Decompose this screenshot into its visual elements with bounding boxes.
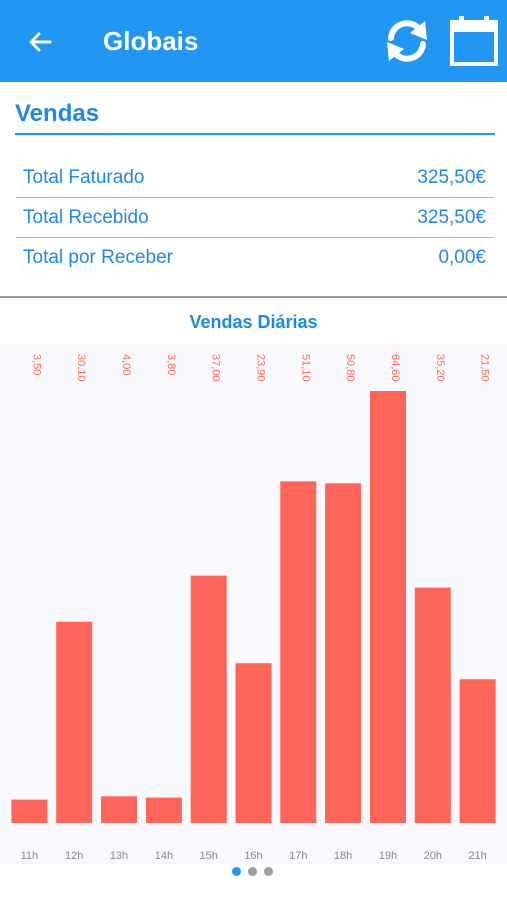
sales-section-title: Vendas [15,100,100,127]
x-tick-17h: 17h [289,850,307,862]
x-tick-20h: 20h [424,850,442,862]
total-pending-label: Total por Receber [23,247,173,268]
value-label-16h: 23,90 [255,354,267,382]
page-dot-2[interactable] [248,867,257,876]
total-received-row: Total Recebido 325,50€ [16,197,494,238]
bar-20h[interactable] [414,587,451,823]
bar-14h[interactable] [145,797,182,823]
calendar-button[interactable] [448,14,500,68]
x-tick-16h: 16h [244,850,262,862]
page-dot-1[interactable] [232,867,241,876]
page-title: Globais [103,26,199,56]
refresh-icon [387,20,427,62]
bar-21h[interactable] [459,679,496,823]
total-invoiced-row: Total Faturado 325,50€ [16,157,494,198]
x-tick-15h: 15h [200,850,218,862]
value-label-21h: 21,50 [479,354,491,382]
refresh-button[interactable] [382,16,432,66]
total-invoiced-label: Total Faturado [23,167,145,188]
value-label-15h: 37,00 [210,354,222,382]
daily-sales-chart[interactable]: 3,50 11h 30,10 12h 4,00 13h 3,80 14h 37,00 15h 23,… [0,344,507,864]
bar-12h[interactable] [56,621,93,823]
total-pending-value: 0,00€ [438,247,486,268]
app-bar: Globais [0,0,507,82]
value-label-13h: 4,00 [120,354,132,375]
calendar-icon [450,16,498,66]
x-tick-18h: 18h [334,850,352,862]
bar-19h[interactable] [370,391,406,823]
value-label-18h: 50,80 [344,354,356,382]
bar-16h[interactable] [235,663,272,823]
section-underline [15,133,495,135]
page-indicator [0,867,507,879]
value-label-11h: 3,50 [30,354,42,375]
bar-15h[interactable] [190,575,227,823]
x-tick-13h: 13h [110,850,128,862]
chart-title: Vendas Diárias [189,312,318,332]
x-tick-12h: 12h [65,850,83,862]
arrow-left-icon [29,32,52,52]
value-label-17h: 51,10 [299,354,311,382]
total-invoiced-value: 325,50€ [417,167,486,188]
value-label-14h: 3,80 [165,354,177,375]
x-tick-14h: 14h [155,850,173,862]
x-tick-19h: 19h [379,850,397,862]
value-label-20h: 35,20 [434,354,446,382]
page-dot-3[interactable] [264,867,273,876]
value-label-19h: 64,60 [389,354,401,382]
total-received-label: Total Recebido [23,207,149,228]
total-received-value: 325,50€ [417,207,486,228]
bar-chart: 3,50 11h 30,10 12h 4,00 13h 3,80 14h 37,00 15h 23,… [11,354,496,862]
bar-18h[interactable] [325,483,362,823]
x-tick-21h: 21h [468,850,486,862]
back-button[interactable] [20,22,60,62]
total-pending-row: Total por Receber 0,00€ [16,237,494,277]
bar-13h[interactable] [101,796,137,823]
section-divider [0,296,507,298]
value-label-12h: 30,10 [75,354,87,382]
bar-17h[interactable] [280,481,317,823]
bar-11h[interactable] [11,799,48,823]
x-tick-11h: 11h [21,850,39,862]
